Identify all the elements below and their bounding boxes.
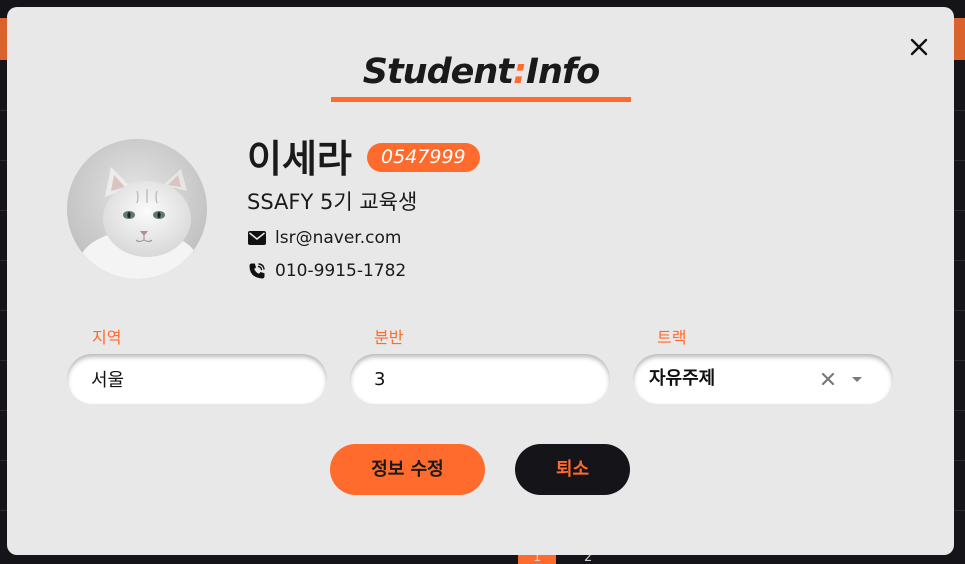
class-input[interactable] <box>374 354 574 404</box>
region-input[interactable] <box>91 354 291 404</box>
track-label: 트랙 <box>657 328 687 347</box>
logo-text: Student:Info <box>331 51 631 93</box>
envelope-icon <box>247 228 267 248</box>
region-label: 지역 <box>92 328 122 347</box>
student-subtitle: SSAFY 5기 교육생 <box>247 190 418 214</box>
clear-icon[interactable] <box>819 370 837 388</box>
class-label: 분반 <box>374 328 404 347</box>
phone-row: 010-9915-1782 <box>247 260 406 282</box>
logo-part-student: Student <box>362 52 514 92</box>
email-text: lsr@naver.com <box>275 228 402 248</box>
class-field[interactable] <box>350 354 610 404</box>
email-row: lsr@naver.com <box>247 227 401 249</box>
chevron-down-icon[interactable] <box>849 371 865 387</box>
logo-underline <box>331 97 631 102</box>
student-name: 이세라 <box>247 137 352 181</box>
cat-photo <box>67 139 207 279</box>
avatar <box>67 139 207 279</box>
edit-info-button[interactable]: 정보 수정 <box>330 444 485 495</box>
track-select[interactable]: 자유주제 <box>633 354 893 404</box>
withdraw-button[interactable]: 퇴소 <box>515 444 630 495</box>
region-field[interactable] <box>67 354 327 404</box>
close-icon <box>910 38 928 56</box>
student-id-badge: 0547999 <box>367 143 480 172</box>
logo-part-info: Info <box>526 52 600 92</box>
student-info-modal: Student:Info 이세라 0547999 SSAFY 5기 교육생 ls… <box>7 7 954 555</box>
phone-icon <box>247 261 267 281</box>
logo-colon: : <box>513 52 527 92</box>
close-button[interactable] <box>909 37 929 57</box>
track-selected-value: 자유주제 <box>649 368 716 389</box>
phone-text: 010-9915-1782 <box>275 261 407 281</box>
student-info-logo: Student:Info <box>331 51 631 103</box>
